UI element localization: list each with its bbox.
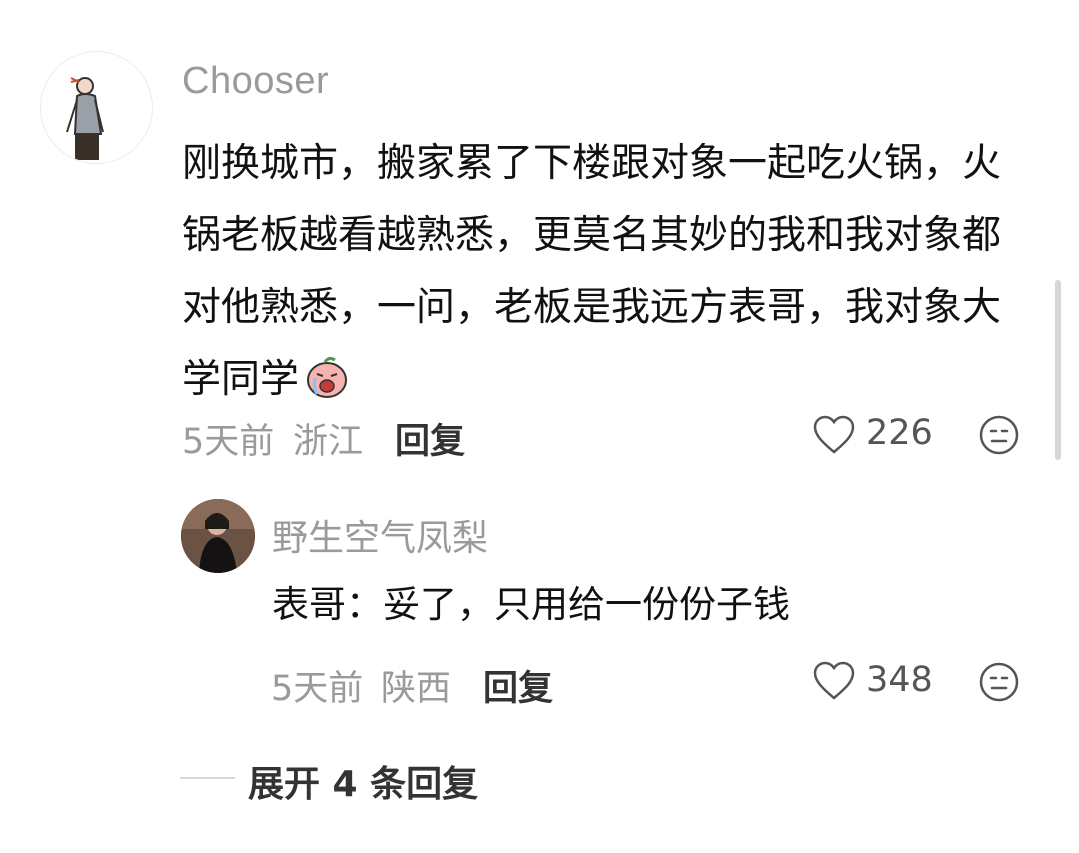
comment-username[interactable]: Chooser bbox=[182, 60, 329, 103]
dislike-button[interactable] bbox=[978, 414, 1020, 460]
heart-outline-icon bbox=[813, 661, 855, 700]
heart-outline-icon bbox=[813, 415, 855, 454]
crying-sticker-icon bbox=[303, 352, 351, 400]
reply-like-count: 348 bbox=[866, 660, 933, 700]
comment-location: 浙江 bbox=[293, 422, 364, 462]
reply-button[interactable]: 回复 bbox=[395, 413, 465, 464]
comment-text: 刚换城市，搬家累了下楼跟对象一起吃火锅，火锅老板越看越熟悉，更莫名其妙的我和我对… bbox=[182, 128, 1027, 416]
comment-time: 5天前 bbox=[182, 422, 275, 462]
avatar[interactable] bbox=[40, 51, 153, 164]
reply-username[interactable]: 野生空气凤梨 bbox=[272, 509, 488, 561]
scrollbar[interactable] bbox=[1055, 280, 1061, 460]
reply-reply-button[interactable]: 回复 bbox=[483, 660, 553, 711]
neutral-face-icon bbox=[979, 662, 1019, 702]
neutral-face-icon bbox=[979, 415, 1019, 455]
reply-time: 5天前 bbox=[271, 669, 364, 709]
like-button[interactable] bbox=[812, 415, 856, 459]
reply-like-button[interactable] bbox=[812, 661, 856, 705]
reply-avatar[interactable] bbox=[181, 499, 255, 573]
reply-location: 陕西 bbox=[381, 669, 452, 709]
like-count: 226 bbox=[866, 413, 933, 453]
expand-divider bbox=[180, 777, 235, 779]
reply-text: 表哥：妥了，只用给一份份子钱 bbox=[272, 583, 790, 626]
expand-replies-button[interactable]: 展开 4 条回复 bbox=[248, 755, 478, 807]
reply-dislike-button[interactable] bbox=[978, 661, 1020, 707]
